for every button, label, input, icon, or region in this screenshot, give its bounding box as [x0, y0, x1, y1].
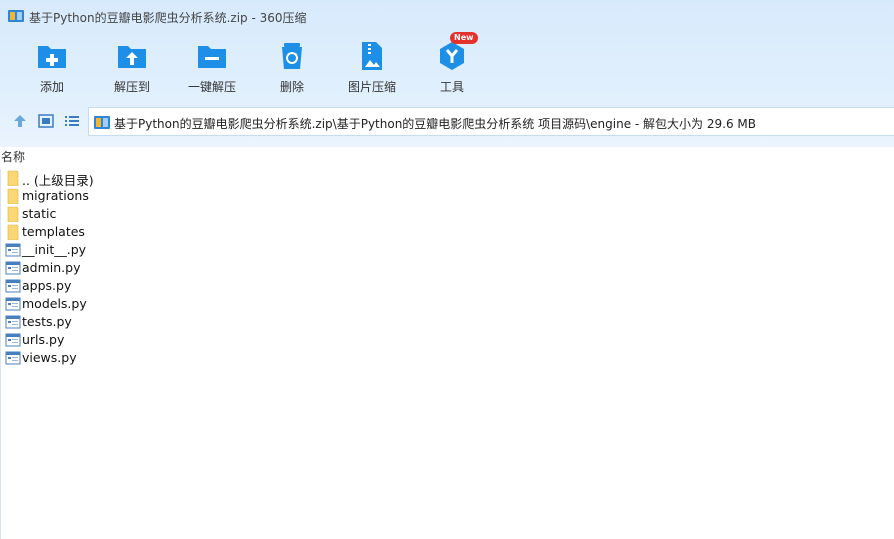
file-list: .. (上级目录) migrations static templates __…	[0, 169, 894, 539]
list-item[interactable]: models.py	[3, 295, 303, 313]
folder-icon	[7, 188, 19, 204]
list-item[interactable]: __init__.py	[3, 241, 303, 259]
file-name: migrations	[22, 188, 89, 203]
zip-archive-icon	[94, 116, 110, 129]
list-item[interactable]: apps.py	[3, 277, 303, 295]
title-bar: 基于Python的豆瓣电影爬虫分析系统.zip - 360压缩	[0, 0, 894, 32]
list-item[interactable]: views.py	[3, 349, 303, 367]
image-compress-label: 图片压缩	[347, 80, 396, 94]
recycle-bin-icon	[282, 43, 302, 69]
up-arrow-icon[interactable]	[12, 113, 28, 129]
name-column-header[interactable]: 名称	[1, 148, 25, 165]
folder-icon	[7, 170, 19, 186]
image-compress-button[interactable]: 图片压缩	[332, 36, 412, 96]
new-badge: New	[450, 32, 478, 44]
list-item[interactable]: templates	[3, 223, 303, 241]
folder-icon	[7, 224, 19, 240]
list-item[interactable]: admin.py	[3, 259, 303, 277]
extract-to-button[interactable]: 解压到	[92, 36, 172, 96]
toolbar: 添加 解压到 一键解压 删除 图片压缩 New 工具	[0, 32, 894, 96]
python-file-icon	[5, 243, 21, 257]
list-view-icon[interactable]	[64, 113, 80, 129]
thumbnail-view-icon[interactable]	[38, 113, 54, 129]
parent-directory-row[interactable]: .. (上级目录)	[3, 169, 303, 188]
tools-label: 工具	[439, 80, 464, 94]
add-folder-icon	[38, 46, 66, 68]
python-file-icon	[5, 279, 21, 293]
extract-to-icon	[118, 46, 146, 68]
delete-button[interactable]: 删除	[252, 36, 332, 96]
one-click-extract-icon	[198, 46, 226, 68]
python-file-icon	[5, 351, 21, 365]
delete-label: 删除	[279, 80, 304, 94]
file-name: urls.py	[22, 332, 65, 347]
list-item[interactable]: static	[3, 205, 303, 223]
file-name: templates	[22, 224, 85, 239]
python-file-icon	[5, 315, 21, 329]
add-button[interactable]: 添加	[12, 36, 92, 96]
app-icon	[8, 10, 24, 22]
window-title: 基于Python的豆瓣电影爬虫分析系统.zip - 360压缩	[29, 11, 307, 25]
list-item[interactable]: urls.py	[3, 331, 303, 349]
file-name: apps.py	[22, 278, 72, 293]
list-item[interactable]: tests.py	[3, 313, 303, 331]
file-name: models.py	[22, 296, 87, 311]
top-panel: 基于Python的豆瓣电影爬虫分析系统.zip - 360压缩 添加 解压到 一…	[0, 0, 894, 147]
tools-icon	[440, 42, 464, 70]
python-file-icon	[5, 261, 21, 275]
file-name: __init__.py	[22, 242, 87, 257]
navigation-row: 基于Python的豆瓣电影爬虫分析系统.zip\基于Python的豆瓣电影爬虫分…	[0, 107, 894, 136]
one-click-extract-label: 一键解压	[187, 80, 236, 94]
extract-to-label: 解压到	[113, 80, 150, 94]
address-path: 基于Python的豆瓣电影爬虫分析系统.zip\基于Python的豆瓣电影爬虫分…	[114, 117, 756, 131]
file-name: admin.py	[22, 260, 81, 275]
address-bar[interactable]: 基于Python的豆瓣电影爬虫分析系统.zip\基于Python的豆瓣电影爬虫分…	[88, 107, 894, 136]
list-item[interactable]: migrations	[3, 187, 303, 205]
image-compress-icon	[362, 42, 382, 70]
python-file-icon	[5, 297, 21, 311]
file-name: tests.py	[22, 314, 72, 329]
add-label: 添加	[39, 80, 64, 94]
one-click-extract-button[interactable]: 一键解压	[172, 36, 252, 96]
tools-button[interactable]: New 工具	[412, 32, 492, 96]
folder-icon	[7, 206, 19, 222]
file-name: views.py	[22, 350, 77, 365]
file-name: static	[22, 206, 57, 221]
column-header: 名称	[0, 147, 894, 165]
python-file-icon	[5, 333, 21, 347]
